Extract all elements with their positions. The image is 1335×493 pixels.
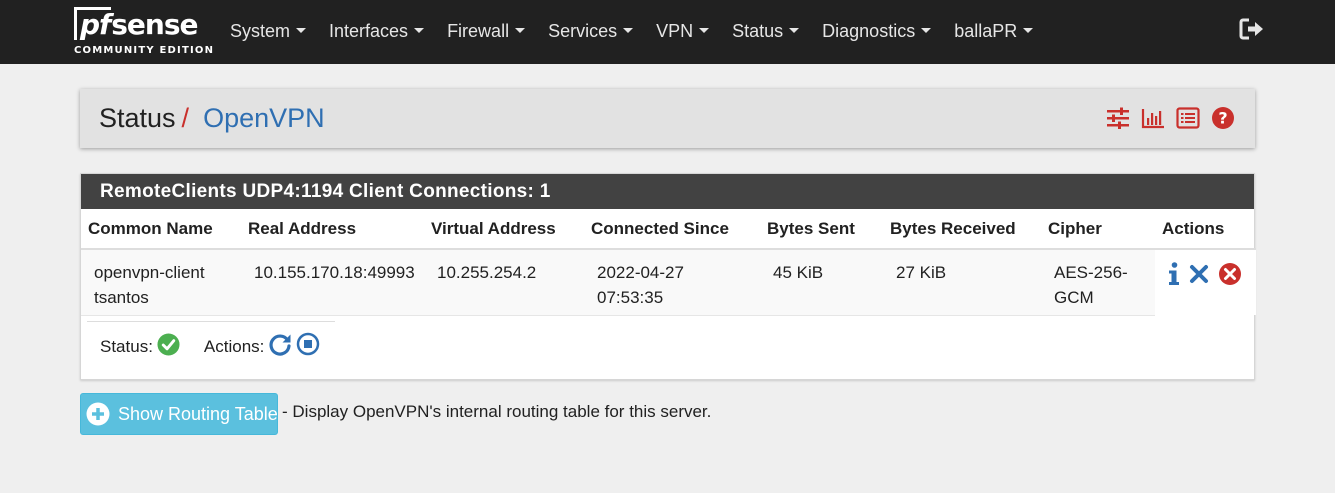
column-header[interactable]: Bytes Received: [883, 209, 1041, 250]
caret-down-icon: [921, 27, 932, 33]
menu-firewall[interactable]: Firewall: [435, 0, 536, 64]
panel-title: RemoteClients UDP4:1194 Client Connectio…: [81, 174, 1254, 209]
plus-circle-icon: [86, 402, 110, 426]
cell-actions: [1155, 249, 1256, 315]
disconnect-icon[interactable]: [1218, 262, 1242, 293]
logo-text: pfsense: [74, 6, 198, 44]
status-divider: [87, 321, 335, 322]
navbar: pfsense COMMUNITY EDITION System Interfa…: [0, 0, 1335, 64]
breadcrumb: Status / OpenVPN: [99, 89, 325, 148]
menu-diagnostics[interactable]: Diagnostics: [810, 0, 942, 64]
client-connections-panel: RemoteClients UDP4:1194 Client Connectio…: [80, 173, 1256, 380]
routing-table-description: - Display OpenVPN's internal routing tab…: [282, 402, 712, 421]
sliders-icon[interactable]: [1106, 106, 1130, 130]
column-header: Actions: [1155, 209, 1256, 250]
cell-connected-since: 2022-04-27 07:53:35: [584, 249, 760, 316]
help-icon[interactable]: ?: [1211, 106, 1235, 130]
show-routing-table-button[interactable]: Show Routing Table: [80, 393, 278, 435]
breadcrumb-section: Status: [99, 103, 176, 133]
breadcrumb-page-link[interactable]: OpenVPN: [203, 103, 325, 133]
cell-bytes-sent: 45 KiB: [760, 249, 883, 316]
menu-system[interactable]: System: [218, 0, 317, 64]
connections-table: Common Name Real Address Virtual Address…: [81, 209, 1256, 316]
check-circle-icon: [157, 332, 180, 361]
caret-down-icon: [414, 27, 425, 33]
restart-icon[interactable]: [268, 332, 292, 361]
svg-text:?: ?: [1218, 109, 1227, 128]
column-header[interactable]: Common Name: [81, 209, 241, 250]
status-label: Status:: [100, 336, 153, 356]
cell-cipher: AES-256- GCM: [1041, 249, 1155, 316]
caret-down-icon: [699, 27, 710, 33]
main-menu: System Interfaces Firewall Services VPN …: [218, 0, 1044, 64]
bar-chart-icon[interactable]: [1141, 106, 1165, 130]
menu-status[interactable]: Status: [720, 0, 810, 64]
menu-interfaces[interactable]: Interfaces: [317, 0, 435, 64]
breadcrumb-bar: Status / OpenVPN ?: [80, 89, 1255, 148]
cell-common-name: openvpn-client tsantos: [81, 249, 241, 316]
info-icon[interactable]: [1168, 262, 1180, 293]
header-shortcuts: ?: [1106, 106, 1235, 130]
table-header-row: Common Name Real Address Virtual Address…: [81, 209, 1256, 250]
caret-down-icon: [623, 27, 634, 33]
caret-down-icon: [1023, 27, 1034, 33]
menu-services[interactable]: Services: [536, 0, 644, 64]
service-status-row: Status: Actions:: [100, 332, 320, 361]
column-header[interactable]: Bytes Sent: [760, 209, 883, 250]
breadcrumb-separator: /: [181, 103, 190, 133]
column-header[interactable]: Cipher: [1041, 209, 1155, 250]
column-header[interactable]: Real Address: [241, 209, 424, 250]
logout-icon[interactable]: [1239, 17, 1265, 41]
cell-bytes-received: 27 KiB: [883, 249, 1041, 316]
pfsense-logo[interactable]: pfsense COMMUNITY EDITION: [74, 6, 213, 58]
column-header[interactable]: Virtual Address: [424, 209, 584, 250]
caret-down-icon: [515, 27, 526, 33]
cell-virtual-address: 10.255.254.2: [424, 249, 584, 316]
caret-down-icon: [789, 27, 800, 33]
show-routing-table-label: Show Routing Table: [118, 403, 278, 424]
list-icon[interactable]: [1176, 106, 1200, 130]
menu-vpn[interactable]: VPN: [644, 0, 720, 64]
actions-label: Actions:: [203, 336, 265, 356]
stop-circle-icon[interactable]: [296, 332, 320, 361]
logo-edition: COMMUNITY EDITION: [74, 45, 215, 56]
table-row: openvpn-client tsantos 10.155.170.18:4999…: [81, 249, 1256, 316]
caret-down-icon: [296, 27, 307, 33]
column-header[interactable]: Connected Since: [584, 209, 760, 250]
menu-user[interactable]: ballaPR: [942, 0, 1044, 64]
kill-client-icon[interactable]: [1189, 264, 1209, 291]
cell-real-address: 10.155.170.18:49993: [241, 249, 424, 316]
